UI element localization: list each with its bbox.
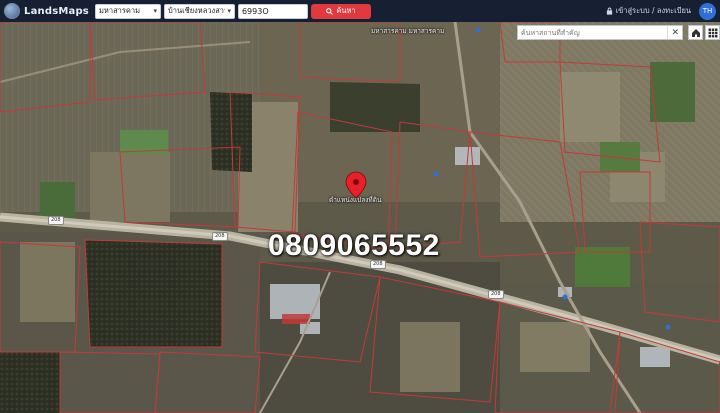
chevron-down-icon: ▾ xyxy=(153,7,157,15)
province-select-value: มหาสารคาม xyxy=(98,6,141,15)
home-button[interactable] xyxy=(688,25,703,40)
top-place-label: มหาสารคาม มหาสารคาม xyxy=(371,27,445,35)
road-number-badge: 208 xyxy=(488,290,504,299)
app-logo[interactable]: LandsMaps xyxy=(4,0,89,22)
app-logo-text: LandsMaps xyxy=(24,5,89,17)
place-search-box: ✕ xyxy=(517,25,683,40)
language-label: TH xyxy=(702,7,713,15)
district-select[interactable]: บ้านเชียงหลวงสารคาม ▾ xyxy=(163,3,235,19)
road-number-badge: 208 xyxy=(48,216,64,225)
chevron-down-icon: ▾ xyxy=(227,7,231,15)
login-label: เข้าสู่ระบบ / ลงทะเบียน xyxy=(615,6,691,15)
search-button[interactable]: ค้นหา xyxy=(310,3,371,19)
search-icon xyxy=(326,7,334,15)
layers-grid-button[interactable] xyxy=(705,25,720,40)
login-link[interactable]: เข้าสู่ระบบ / ลงทะเบียน xyxy=(606,5,691,17)
district-select-value: บ้านเชียงหลวงสารคาม xyxy=(167,6,225,15)
map-imagery xyxy=(0,22,720,413)
top-bar: LandsMaps มหาสารคาม ▾ บ้านเชียงหลวงสารคา… xyxy=(0,0,720,22)
globe-icon xyxy=(4,3,20,19)
parcel-number-input[interactable] xyxy=(237,3,308,19)
language-button[interactable]: TH xyxy=(699,2,716,20)
phone-number-overlay: 0809065552 xyxy=(268,229,440,262)
road-number-badge: 208 xyxy=(212,232,228,241)
close-icon[interactable]: ✕ xyxy=(667,26,682,39)
lock-icon xyxy=(606,7,612,15)
grid-icon xyxy=(708,28,717,37)
place-search-input[interactable] xyxy=(518,26,668,39)
satellite-map[interactable]: 208 208 208 208 มหาสารคาม มหาสารคาม ตำแห… xyxy=(0,22,720,413)
province-select[interactable]: มหาสารคาม ▾ xyxy=(94,3,161,19)
marker-label: ตำแหน่งแปลงที่ดิน xyxy=(329,196,382,204)
search-button-label: ค้นหา xyxy=(336,6,356,15)
home-icon xyxy=(691,28,700,37)
